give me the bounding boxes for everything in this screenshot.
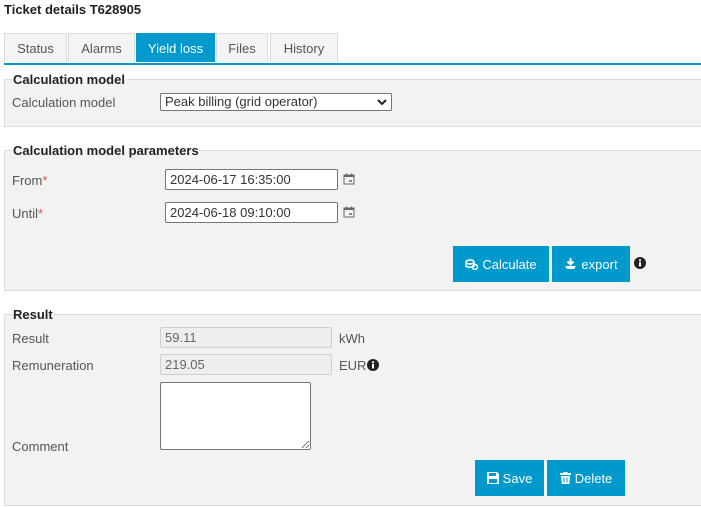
calculation-parameters-section: Calculation model parameters From* Until…	[4, 143, 701, 291]
download-icon	[565, 258, 577, 269]
calculate-button[interactable]: Calculate	[453, 246, 549, 282]
chevron-down-icon	[377, 99, 387, 106]
result-label: Result	[12, 331, 49, 346]
tab-status[interactable]: Status	[4, 33, 67, 62]
tab-alarms[interactable]: Alarms	[68, 33, 135, 62]
info-icon[interactable]	[634, 257, 646, 269]
calculation-model-section: Calculation model Calculation model Peak…	[4, 72, 701, 127]
trash-icon	[559, 472, 571, 484]
result-section: Result Result kWh Remuneration EUR Comme…	[4, 307, 701, 506]
from-label: From*	[12, 173, 48, 188]
tab-files[interactable]: Files	[216, 33, 268, 62]
save-button[interactable]: Save	[475, 460, 544, 496]
remuneration-value-field	[160, 354, 332, 375]
until-date-input[interactable]	[165, 202, 338, 223]
result-value-field	[160, 327, 332, 348]
until-label: Until*	[12, 206, 44, 221]
remuneration-unit: EUR	[339, 358, 367, 373]
remuneration-label: Remuneration	[12, 358, 94, 373]
from-date-input[interactable]	[165, 169, 338, 190]
delete-button[interactable]: Delete	[547, 460, 625, 496]
tab-history[interactable]: History	[270, 33, 338, 62]
floppy-disk-icon	[486, 472, 499, 484]
section-legend: Result	[12, 307, 54, 322]
section-legend: Calculation model	[12, 72, 126, 87]
info-icon[interactable]	[367, 359, 379, 371]
tab-underline	[4, 63, 701, 65]
comment-label: Comment	[12, 439, 69, 454]
calendar-icon[interactable]	[343, 206, 355, 218]
calculation-model-select[interactable]: Peak billing (grid operator)	[160, 93, 392, 111]
result-unit: kWh	[339, 331, 365, 346]
calendar-icon[interactable]	[343, 173, 355, 185]
page-title: Ticket details T628905	[4, 2, 142, 17]
tab-yield-loss[interactable]: Yield loss	[136, 33, 215, 62]
export-button[interactable]: export	[552, 246, 630, 282]
section-legend: Calculation model parameters	[12, 143, 200, 158]
calculation-model-label: Calculation model	[12, 95, 116, 110]
calculator-coins-icon	[465, 258, 479, 270]
comment-textarea[interactable]	[160, 382, 311, 450]
selected-option: Peak billing (grid operator)	[165, 94, 318, 109]
